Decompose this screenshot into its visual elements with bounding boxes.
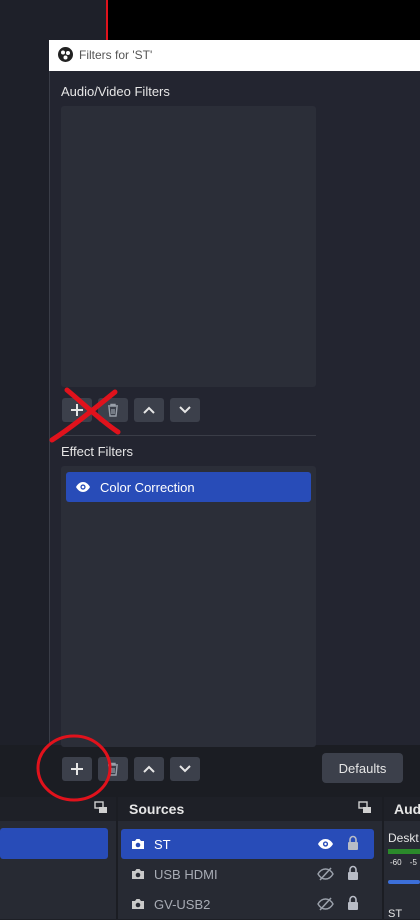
undock-icon[interactable] bbox=[94, 801, 108, 815]
effect-filter-label: Color Correction bbox=[100, 480, 195, 495]
lock-icon[interactable] bbox=[347, 835, 359, 851]
audio-meter bbox=[388, 849, 420, 854]
audio-volume-slider[interactable] bbox=[388, 880, 420, 884]
remove-effect-filter-button[interactable] bbox=[98, 757, 128, 781]
eye-icon[interactable] bbox=[75, 480, 91, 494]
scene-item-selected[interactable] bbox=[0, 828, 108, 859]
remove-av-filter-button[interactable] bbox=[98, 398, 128, 422]
plus-icon bbox=[71, 763, 83, 775]
move-effect-filter-up-button[interactable] bbox=[134, 757, 164, 781]
preview-area bbox=[106, 0, 420, 40]
lock-icon[interactable] bbox=[347, 895, 359, 911]
camera-icon bbox=[132, 839, 144, 849]
source-item[interactable]: USB HDMI bbox=[121, 859, 374, 889]
chevron-down-icon bbox=[179, 765, 191, 773]
av-filters-label: Audio/Video Filters bbox=[61, 84, 170, 99]
dialog-title: Filters for 'ST' bbox=[79, 48, 153, 62]
audio-desktop-label: Deskt bbox=[388, 831, 419, 845]
source-item[interactable]: GV-USB2 bbox=[121, 889, 374, 919]
undock-icon[interactable] bbox=[358, 801, 372, 815]
camera-icon bbox=[132, 869, 144, 879]
source-name: USB HDMI bbox=[154, 867, 218, 882]
chevron-up-icon bbox=[143, 406, 155, 414]
audio-st-label: ST bbox=[388, 908, 403, 920]
chevron-up-icon bbox=[143, 765, 155, 773]
move-av-filter-down-button[interactable] bbox=[170, 398, 200, 422]
camera-icon bbox=[132, 899, 144, 909]
move-av-filter-up-button[interactable] bbox=[134, 398, 164, 422]
eye-hidden-icon[interactable] bbox=[317, 867, 334, 881]
sources-dock-title: Sources bbox=[129, 801, 185, 817]
plus-icon bbox=[71, 404, 83, 416]
move-effect-filter-down-button[interactable] bbox=[170, 757, 200, 781]
effect-filter-item[interactable]: Color Correction bbox=[66, 472, 311, 502]
lock-icon[interactable] bbox=[347, 865, 359, 881]
eye-icon[interactable] bbox=[317, 837, 334, 851]
add-effect-filter-button[interactable] bbox=[62, 757, 92, 781]
av-filters-list[interactable] bbox=[61, 106, 316, 387]
eye-hidden-icon[interactable] bbox=[317, 897, 334, 911]
audio-scale-tick: -60 bbox=[390, 858, 402, 867]
audio-dock-title: Aud bbox=[394, 801, 420, 817]
source-name: GV-USB2 bbox=[154, 897, 211, 912]
effect-filters-label: Effect Filters bbox=[61, 444, 134, 459]
defaults-button[interactable]: Defaults bbox=[322, 753, 403, 783]
chevron-down-icon bbox=[179, 406, 191, 414]
audio-scale-tick: -5 bbox=[409, 858, 417, 867]
effect-filters-list[interactable] bbox=[61, 466, 316, 747]
section-divider bbox=[61, 435, 316, 436]
trash-icon bbox=[108, 762, 118, 776]
source-item[interactable]: ST bbox=[121, 829, 374, 859]
trash-icon bbox=[108, 403, 118, 417]
add-av-filter-button[interactable] bbox=[62, 398, 92, 422]
audio-scale: -60 -5 bbox=[390, 858, 417, 867]
obs-logo-icon bbox=[58, 47, 73, 62]
source-name: ST bbox=[154, 837, 171, 852]
